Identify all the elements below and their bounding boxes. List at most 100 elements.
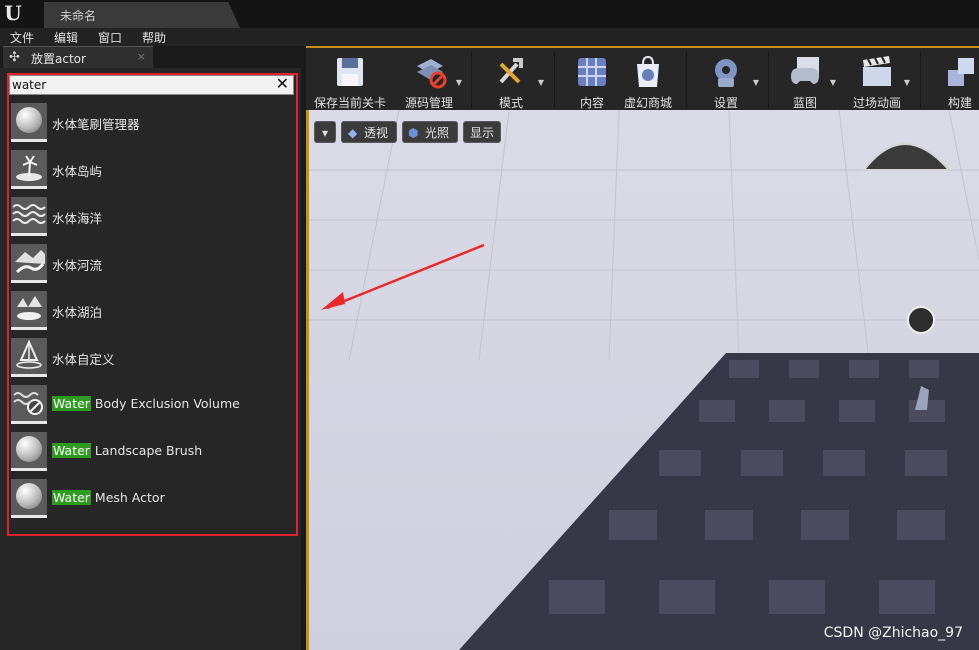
list-item-label: 水体湖泊 (52, 305, 103, 320)
save-icon (337, 58, 363, 86)
custom-water-icon (11, 338, 47, 377)
chevron-down-icon: ▼ (537, 78, 544, 87)
viewport-options-button[interactable]: ▾ (314, 121, 336, 143)
list-item[interactable]: 水体海洋 (9, 194, 294, 241)
marketplace-button[interactable]: 虚幻商城 (620, 52, 676, 110)
level-tab[interactable]: 未命名 (44, 2, 240, 28)
content-label: 内容 (579, 96, 604, 110)
lit-button[interactable]: ⬢ 光照 (402, 121, 458, 143)
blueprints-button[interactable]: 蓝图 ▼ (772, 52, 838, 110)
menu-bar: 文件 编辑 窗口 帮助 (0, 28, 979, 46)
content-button[interactable]: 内容 (562, 52, 622, 110)
list-item[interactable]: 水体岛屿 (9, 147, 294, 194)
sphere-icon (11, 479, 47, 518)
menu-help[interactable]: 帮助 (142, 29, 166, 46)
cinematics-button[interactable]: 过场动画 ▼ (842, 52, 912, 110)
place-actor-tab-label: 放置actor (31, 52, 86, 66)
place-actor-tab[interactable]: ✣ 放置actor × (3, 46, 153, 69)
blueprints-label: 蓝图 (792, 96, 817, 110)
modes-button[interactable]: 模式 ▼ (476, 52, 546, 110)
blueprint-icon (791, 57, 819, 84)
toolbar-divider (686, 52, 687, 108)
build-label: 构建 (947, 96, 972, 110)
lake-icon (11, 291, 47, 330)
gear-icon (715, 59, 737, 87)
show-label: 显示 (469, 126, 494, 140)
marketplace-icon (637, 55, 659, 87)
search-input[interactable] (12, 76, 262, 94)
source-control-button[interactable]: 源码管理 ▼ (394, 52, 464, 110)
content-browser-icon (578, 58, 606, 86)
search-match-highlight: Water (52, 396, 91, 411)
search-match-highlight: Water (52, 443, 91, 458)
modes-icon (499, 58, 523, 84)
source-control-icon (417, 59, 447, 89)
river-icon (11, 244, 47, 283)
list-item-label: 水体岛屿 (52, 164, 103, 179)
panel-tab-row: ✣ 放置actor × (0, 46, 305, 69)
search-box: ✕ (9, 75, 294, 95)
source-control-label: 源码管理 (404, 96, 453, 110)
toolbar-divider (920, 52, 921, 108)
show-button[interactable]: 显示 (463, 121, 501, 143)
list-item[interactable]: 水体自定义 (9, 335, 294, 382)
list-item[interactable]: Water Mesh Actor (9, 476, 294, 523)
modes-label: 模式 (498, 96, 523, 110)
clear-search-icon[interactable]: ✕ (276, 75, 289, 93)
chevron-down-icon: ▼ (829, 78, 836, 87)
list-item[interactable]: 水体湖泊 (9, 288, 294, 335)
list-item[interactable]: Water Body Exclusion Volume (9, 382, 294, 429)
list-item[interactable]: 水体笔刷管理器 (9, 100, 294, 147)
level-viewport[interactable]: ▾ ◆ 透视 ⬢ 光照 显示 CSDN @Zhichao_97 (306, 110, 979, 650)
perspective-icon: ◆ (348, 126, 358, 140)
settings-label: 设置 (713, 96, 738, 110)
build-button[interactable]: 构建 (930, 52, 979, 110)
list-item-label: 水体海洋 (52, 211, 103, 226)
watermark: CSDN @Zhichao_97 (823, 625, 963, 641)
toolbar-divider (554, 52, 555, 108)
toolbar-divider (768, 52, 769, 108)
list-item-label: Water Body Exclusion Volume (52, 396, 240, 411)
toolbar-divider (471, 52, 472, 108)
menu-edit[interactable]: 编辑 (54, 29, 78, 46)
title-bar: U 未命名 (0, 0, 979, 28)
exclusion-volume-icon (11, 385, 47, 424)
cinematics-label: 过场动画 (852, 96, 901, 110)
save-current-level-button[interactable]: 保存当前关卡 (310, 52, 390, 110)
ocean-icon (11, 197, 47, 236)
place-actor-icon: ✣ (9, 50, 20, 65)
perspective-label: 透视 (364, 126, 389, 140)
list-item[interactable]: Water Landscape Brush (9, 429, 294, 476)
perspective-button[interactable]: ◆ 透视 (341, 121, 397, 143)
settings-button[interactable]: 设置 ▼ (691, 52, 761, 110)
list-item-label: 水体自定义 (52, 352, 115, 367)
list-item[interactable]: 水体河流 (9, 241, 294, 288)
list-item-label-rest: Mesh Actor (90, 490, 165, 505)
lit-label: 光照 (425, 126, 450, 140)
sphere-icon (11, 432, 47, 471)
save-current-level-label: 保存当前关卡 (313, 96, 386, 110)
menu-file[interactable]: 文件 (10, 29, 34, 46)
level-tab-title: 未命名 (60, 9, 97, 23)
search-match-highlight: Water (52, 490, 91, 505)
chevron-down-icon: ▼ (752, 78, 759, 87)
sphere-icon (11, 103, 47, 142)
clapperboard-icon (863, 56, 891, 86)
menu-window[interactable]: 窗口 (98, 29, 122, 46)
list-item-label: 水体河流 (52, 258, 103, 273)
main-toolbar: 保存当前关卡 源码管理 ▼ 模式 ▼ 内容 虚幻商城 设置 ▼ 蓝图 ▼ 过场动… (306, 46, 979, 112)
viewport-scene (309, 110, 979, 650)
unreal-logo-icon: U (4, 1, 22, 25)
list-item-label: Water Mesh Actor (52, 490, 165, 505)
build-icon (948, 58, 974, 86)
close-icon[interactable]: × (137, 50, 146, 63)
marketplace-label: 虚幻商城 (623, 96, 672, 110)
actor-list: 水体笔刷管理器 水体岛屿 水体海洋 水体河流 水体湖泊 水体自定义 Water … (9, 100, 294, 523)
list-item-label: 水体笔刷管理器 (52, 117, 140, 132)
chevron-down-icon: ▾ (321, 126, 329, 140)
list-item-label-rest: Body Exclusion Volume (90, 396, 240, 411)
chevron-down-icon: ▼ (903, 78, 910, 87)
lit-sphere-icon: ⬢ (408, 126, 419, 140)
island-icon (11, 150, 47, 189)
chevron-down-icon: ▼ (455, 78, 462, 87)
